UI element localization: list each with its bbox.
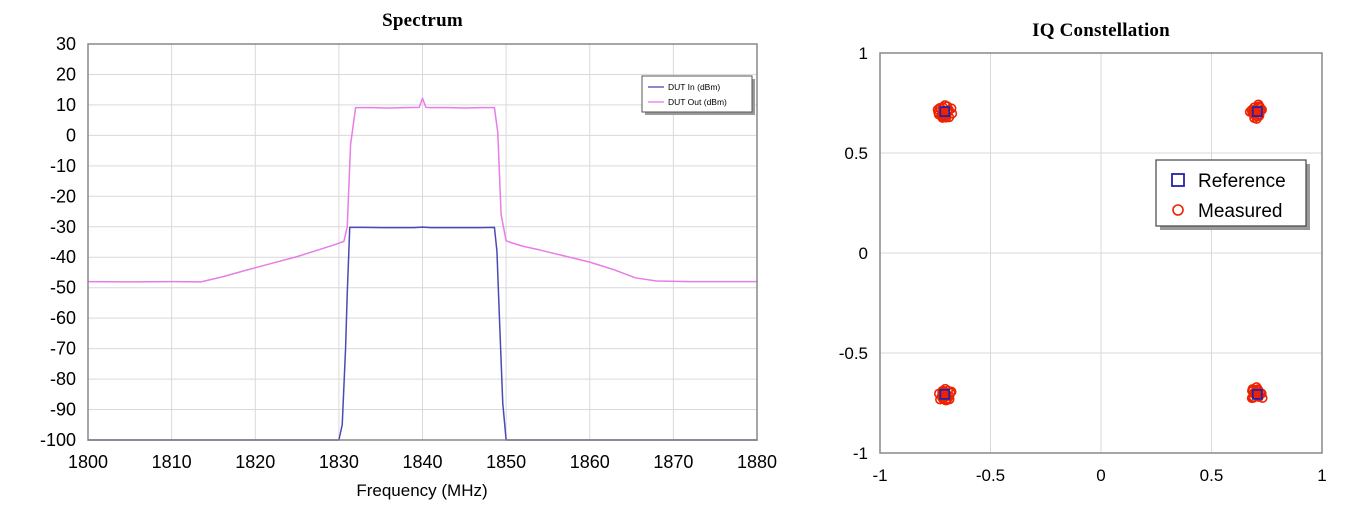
spectrum-y-tick: -60 — [50, 308, 76, 328]
spectrum-plot: 30 20 10 0 -10 -20 -30 -40 -50 -60 -70 -80 -90 -100 1… — [40, 34, 777, 500]
spectrum-x-tick: 1880 — [737, 452, 777, 472]
spectrum-legend-label-0: DUT In (dBm) — [668, 82, 720, 92]
iq-y-tick: -1 — [853, 444, 868, 463]
iq-y-tick-labels: 1 0.5 0 -0.5 -1 — [839, 44, 868, 463]
spectrum-y-tick: 10 — [56, 95, 76, 115]
iq-x-tick-labels: -1 -0.5 0 0.5 1 — [872, 466, 1326, 485]
spectrum-y-tick: 0 — [66, 125, 76, 145]
spectrum-x-tick-labels: 1800 1810 1820 1830 1840 1850 1860 1870 1880 — [68, 452, 777, 472]
spectrum-y-tick: -30 — [50, 217, 76, 237]
spectrum-y-tick: -20 — [50, 186, 76, 206]
spectrum-legend[interactable]: DUT In (dBm) DUT Out (dBm) — [641, 75, 755, 115]
iq-x-tick: -0.5 — [976, 466, 1005, 485]
spectrum-title: Spectrum — [382, 10, 463, 31]
spectrum-x-tick: 1870 — [653, 452, 693, 472]
iq-y-tick: -0.5 — [839, 344, 868, 363]
spectrum-x-tick: 1840 — [402, 452, 442, 472]
iq-y-tick: 0.5 — [844, 144, 868, 163]
spectrum-legend-label-1: DUT Out (dBm) — [668, 97, 727, 107]
spectrum-y-tick: -90 — [50, 400, 76, 420]
figure-root: Spectrum 30 20 10 0 -10 -20 -30 -40 -50 -60 -70 -80… — [0, 0, 1346, 521]
spectrum-y-tick: -10 — [50, 156, 76, 176]
spectrum-y-tick: -70 — [50, 339, 76, 359]
iq-legend[interactable]: Reference Measured — [1155, 159, 1310, 230]
spectrum-x-tick: 1810 — [152, 452, 192, 472]
spectrum-y-tick: -40 — [50, 247, 76, 267]
iq-y-tick: 1 — [859, 44, 868, 63]
iq-constellation-panel: IQ Constellation 1 0.5 0 -0.5 -1 -1 -0.5 0 0.5 1… — [800, 0, 1346, 521]
iq-x-tick: 0.5 — [1200, 466, 1224, 485]
iq-x-tick: 1 — [1317, 466, 1326, 485]
spectrum-y-tick: 30 — [56, 34, 76, 54]
spectrum-y-tick: 20 — [56, 64, 76, 84]
iq-y-tick: 0 — [859, 244, 868, 263]
spectrum-x-tick: 1860 — [570, 452, 610, 472]
iq-x-tick: 0 — [1096, 466, 1105, 485]
spectrum-x-tick: 1820 — [235, 452, 275, 472]
iq-x-tick: -1 — [872, 466, 887, 485]
spectrum-y-tick-labels: 30 20 10 0 -10 -20 -30 -40 -50 -60 -70 -80 -90 -100 — [40, 34, 76, 450]
iq-plot: 1 0.5 0 -0.5 -1 -1 -0.5 0 0.5 1 Reference Measure… — [839, 44, 1327, 485]
iq-title: IQ Constellation — [1032, 20, 1170, 41]
spectrum-y-tick: -80 — [50, 369, 76, 389]
spectrum-panel: Spectrum 30 20 10 0 -10 -20 -30 -40 -50 -60 -70 -80… — [0, 0, 800, 521]
spectrum-y-tick: -50 — [50, 278, 76, 298]
spectrum-x-tick: 1850 — [486, 452, 526, 472]
spectrum-x-tick: 1800 — [68, 452, 108, 472]
spectrum-x-axis-label: Frequency (MHz) — [356, 481, 487, 500]
spectrum-y-tick: -100 — [40, 430, 76, 450]
iq-legend-label-1: Measured — [1198, 201, 1283, 222]
iq-legend-label-0: Reference — [1198, 171, 1286, 192]
spectrum-x-tick: 1830 — [319, 452, 359, 472]
